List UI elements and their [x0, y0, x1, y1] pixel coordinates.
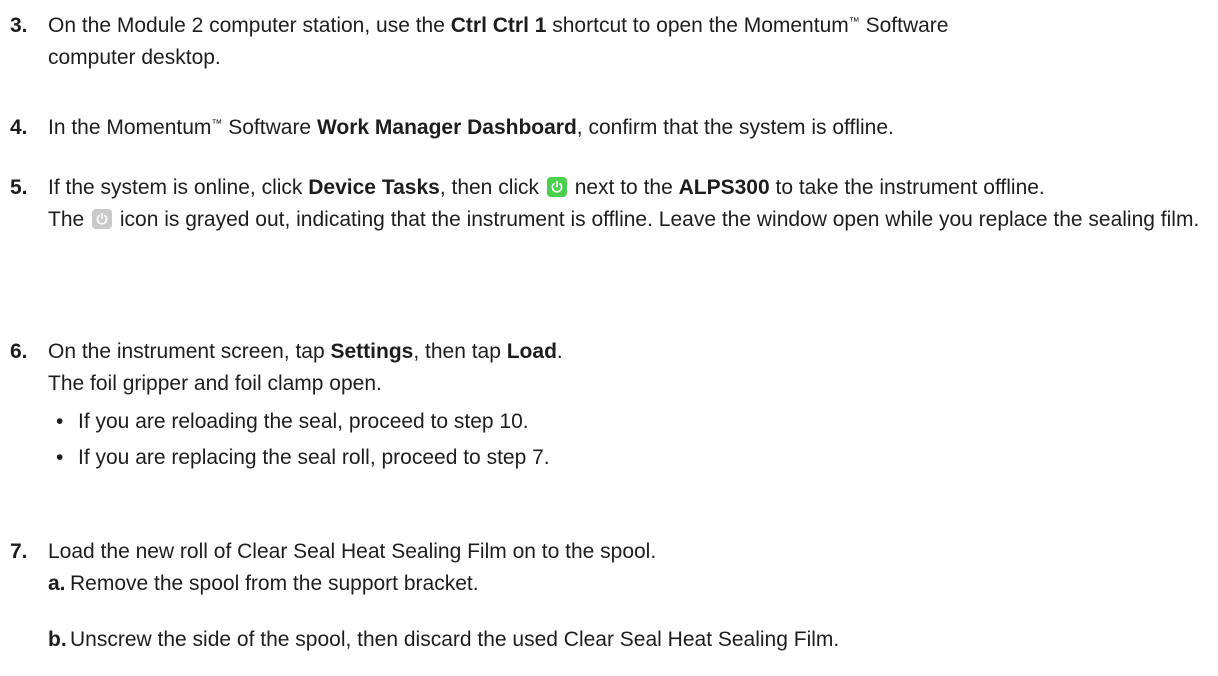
list-item: If you are reloading the seal, proceed t…: [48, 406, 1202, 438]
substep-text: Unscrew the side of the spool, then disc…: [70, 628, 840, 651]
trademark: ™: [848, 16, 860, 28]
device-tasks-label: Device Tasks: [308, 176, 440, 199]
power-icon: [92, 209, 113, 229]
substep-letter: a.: [48, 572, 66, 595]
step-text-part: Software: [859, 14, 949, 37]
step-text: Load the new roll of Clear Seal Heat Sea…: [48, 536, 1202, 568]
step-text: If the system is online, click Device Ta…: [48, 172, 1202, 236]
step-text-part: icon is grayed out, indicating that the …: [114, 208, 1200, 231]
bullet-list: If you are reloading the seal, proceed t…: [48, 406, 1202, 474]
instrument-name: ALPS300: [678, 176, 770, 199]
step-text-part: The: [48, 208, 91, 231]
step-number: 4.: [10, 116, 28, 139]
step-text-part: , then click: [439, 176, 545, 199]
dashboard-name: Work Manager Dashboard: [316, 116, 577, 139]
step-text: In the Momentum™ Software Work Manager D…: [48, 112, 1202, 144]
step-text: On the Module 2 computer station, use th…: [48, 10, 1202, 74]
step-text-part: Software: [222, 116, 317, 139]
step-number: 3.: [10, 14, 28, 37]
settings-label: Settings: [330, 340, 414, 363]
step-text-part: to take the instrument offline.: [769, 176, 1045, 199]
step-text-part: In the Momentum: [48, 116, 212, 139]
step-text-part: On the Module 2 computer station, use th…: [48, 14, 451, 37]
step-followup: The icon is grayed out, indicating that …: [48, 204, 1202, 236]
step-text-part: next to the: [568, 176, 679, 199]
substep-b: b. Unscrew the side of the spool, then di…: [48, 624, 1202, 656]
procedure-page: 3. On the Module 2 computer station, use…: [0, 0, 1218, 676]
step-number: 6.: [10, 340, 28, 363]
step-text-part: , confirm that the system is offline.: [576, 116, 894, 139]
substep-a: a. Remove the spool from the support brac…: [48, 568, 1202, 600]
step-text-part: If the system is online, click: [48, 176, 309, 199]
step-text-part: , then tap: [413, 340, 507, 363]
substep-letter: b.: [48, 628, 67, 651]
substep-text: Remove the spool from the support bracke…: [70, 572, 479, 595]
step-text-part: Load the new roll of Clear Seal Heat Sea…: [48, 540, 657, 563]
step-text-part: computer desktop.: [48, 46, 221, 69]
trademark: ™: [211, 118, 223, 130]
list-item: If you are replacing the seal roll, proc…: [48, 442, 1202, 474]
step-number: 7.: [10, 540, 28, 563]
step-followup: The foil gripper and foil clamp open.: [48, 372, 382, 395]
shortcut-keys: Ctrl Ctrl 1: [450, 14, 547, 37]
step-text-part: .: [556, 340, 563, 363]
power-icon: [546, 177, 567, 197]
step-number: 5.: [10, 176, 28, 199]
load-label: Load: [506, 340, 557, 363]
step-text-part: shortcut to open the Momentum: [546, 14, 849, 37]
step-text-part: On the instrument screen, tap: [48, 340, 331, 363]
step-text: On the instrument screen, tap Settings, …: [48, 336, 1202, 474]
